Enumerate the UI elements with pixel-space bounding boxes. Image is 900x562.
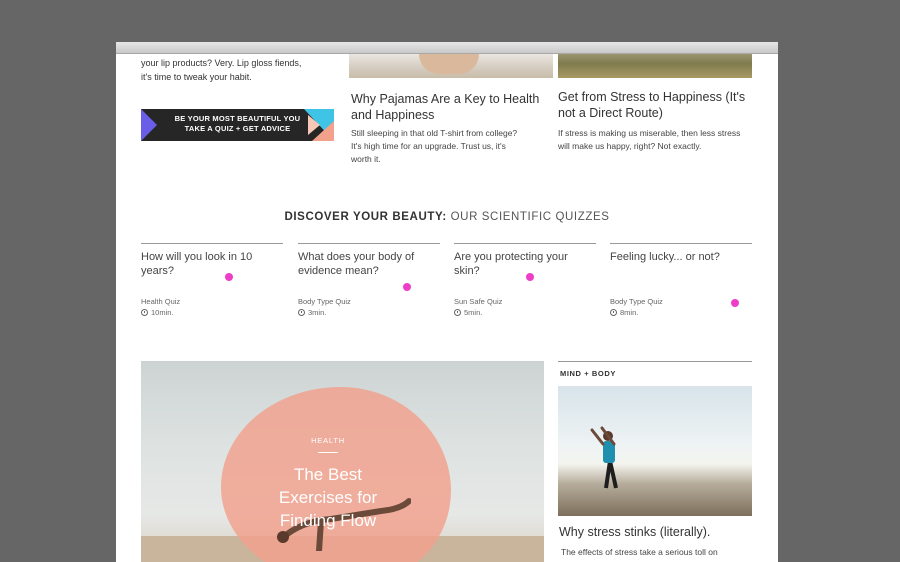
- quiz-question[interactable]: Are you protecting your skin?: [454, 250, 596, 284]
- quizzes-heading-bold: DISCOVER YOUR BEAUTY:: [284, 211, 447, 223]
- side-article-divider: [558, 361, 752, 362]
- clock-icon: [454, 309, 461, 316]
- banner-line-2: TAKE A QUIZ + GET ADVICE: [184, 124, 291, 133]
- quiz-duration: 8min.: [620, 308, 639, 317]
- quiz-card[interactable]: Feeling lucky... or not? Body Type Quiz …: [610, 243, 752, 318]
- clock-icon: [141, 309, 148, 316]
- stress-article-title[interactable]: Get from Stress to Happiness (It's not a…: [558, 89, 758, 121]
- clock-icon: [610, 309, 617, 316]
- quiz-duration: 5min.: [464, 308, 483, 317]
- stress-article-description: If stress is making us miserable, then l…: [558, 128, 741, 151]
- banner-line-1: BE YOUR MOST BEAUTIFUL YOU: [174, 114, 301, 123]
- hero-title[interactable]: The Best Exercises for Finding Flow: [141, 463, 515, 532]
- quiz-card[interactable]: What does your body of evidence mean? Bo…: [298, 243, 440, 318]
- hero-divider: [318, 452, 338, 453]
- hero-title-line: The Best: [293, 465, 363, 484]
- side-article-image[interactable]: [558, 386, 752, 516]
- stretching-person-illustration: [590, 426, 618, 489]
- lip-gloss-excerpt: your lip products? Very. Lip gloss fiend…: [141, 56, 321, 84]
- side-article-description: The effects of stress take a serious tol…: [561, 547, 718, 557]
- excerpt-line: your lip products? Very. Lip gloss fiend…: [141, 58, 302, 68]
- quiz-question[interactable]: Feeling lucky... or not?: [610, 250, 752, 284]
- pink-dot-marker: [731, 299, 739, 307]
- pajamas-article-title[interactable]: Why Pajamas Are a Key to Health and Happ…: [351, 91, 551, 123]
- pink-dot-marker: [526, 273, 534, 281]
- pajamas-article-description: Still sleeping in that old T-shirt from …: [351, 128, 518, 164]
- quiz-duration: 10min.: [151, 308, 174, 317]
- side-article-title[interactable]: Why stress stinks (literally).: [559, 525, 710, 539]
- stress-article-image[interactable]: [558, 54, 752, 78]
- side-article-category: MIND + BODY: [560, 369, 616, 378]
- pajamas-article-image[interactable]: [349, 54, 553, 78]
- excerpt-line: it's time to tweak your habit.: [141, 72, 252, 82]
- quiz-card[interactable]: How will you look in 10 years? Health Qu…: [141, 243, 283, 318]
- hero-category: HEALTH: [311, 436, 345, 445]
- take-quiz-banner[interactable]: BE YOUR MOST BEAUTIFUL YOU TAKE A QUIZ +…: [141, 109, 334, 141]
- pink-dot-marker: [225, 273, 233, 281]
- quiz-question[interactable]: How will you look in 10 years?: [141, 250, 283, 284]
- quiz-category: Sun Safe Quiz: [454, 297, 503, 306]
- quizzes-heading-light: OUR SCIENTIFIC QUIZZES: [450, 211, 610, 223]
- hero-title-line: Exercises for: [278, 488, 378, 507]
- quiz-category: Body Type Quiz: [298, 297, 351, 306]
- page-content: your lip products? Very. Lip gloss fiend…: [116, 54, 778, 562]
- quiz-category: Health Quiz: [141, 297, 181, 306]
- pink-dot-marker: [403, 283, 411, 291]
- clock-icon: [298, 309, 305, 316]
- hero-title-line: Finding Flow: [279, 511, 377, 530]
- quizzes-heading: DISCOVER YOUR BEAUTY: OUR SCIENTIFIC QUI…: [116, 211, 778, 223]
- quiz-question[interactable]: What does your body of evidence mean?: [298, 250, 440, 284]
- hero-feature-card[interactable]: HEALTH The Best Exercises for Finding Fl…: [141, 361, 544, 562]
- browser-top-bar: [116, 42, 778, 54]
- quiz-duration: 3min.: [308, 308, 327, 317]
- quiz-card[interactable]: Are you protecting your skin? Sun Safe Q…: [454, 243, 596, 318]
